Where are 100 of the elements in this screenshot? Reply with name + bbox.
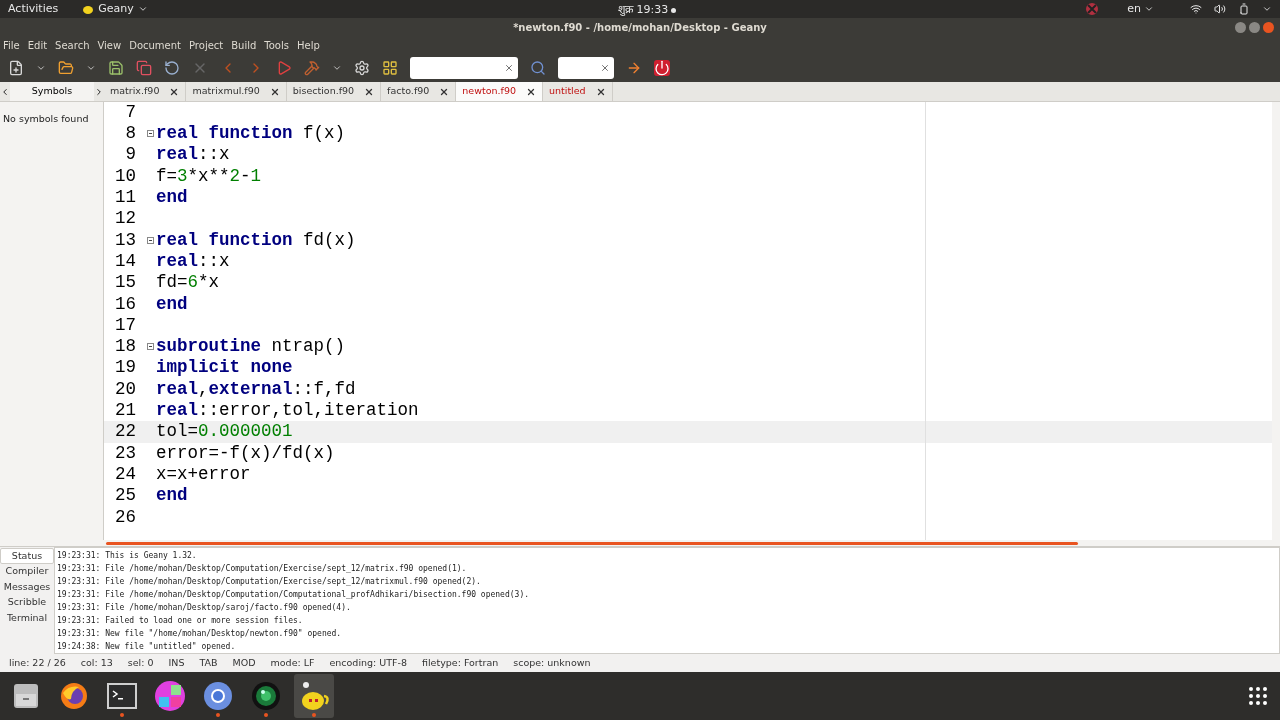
close-tab-icon[interactable] <box>364 86 375 97</box>
battery-icon[interactable] <box>1238 3 1250 15</box>
file-cabinet-icon[interactable] <box>12 682 40 710</box>
caret-icon[interactable] <box>1262 4 1272 14</box>
app-menu[interactable]: Geany <box>82 0 148 18</box>
quadrant-icon[interactable] <box>154 680 186 712</box>
symbols-tab[interactable]: Symbols <box>10 82 94 101</box>
fold-marker-icon[interactable] <box>147 236 154 244</box>
panel-tab[interactable]: Compiler <box>0 563 54 579</box>
log-line: 19:23:31: File /home/mohan/Desktop/Computation/Exercise/sept_12/matrix.f90 opened(1). <box>57 562 468 575</box>
code-line: fd=6*x <box>156 274 220 292</box>
line-number: 13 <box>114 231 136 250</box>
caret-icon[interactable] <box>36 63 46 73</box>
browser-circle-icon[interactable] <box>203 681 233 711</box>
running-indicator <box>264 713 268 717</box>
status-item: INS <box>168 655 185 670</box>
line-number: 23 <box>114 444 136 463</box>
panel-tab[interactable]: Messages <box>0 579 54 595</box>
minimize-button[interactable] <box>1235 22 1246 33</box>
line-number: 26 <box>114 508 136 527</box>
caret-icon[interactable] <box>86 63 96 73</box>
jump-icon[interactable] <box>626 60 642 76</box>
line-number: 14 <box>114 252 136 271</box>
panel-tab[interactable]: Status <box>0 548 54 564</box>
caret-icon <box>137 4 148 14</box>
search-field[interactable] <box>410 57 518 79</box>
volume-icon[interactable] <box>1214 3 1226 15</box>
search-icon[interactable] <box>530 60 546 76</box>
build-icon[interactable] <box>304 60 320 76</box>
file-tab[interactable]: matrix.f90 <box>104 82 187 101</box>
crossed-circle-icon[interactable] <box>1085 2 1100 16</box>
line-number: 11 <box>114 189 136 207</box>
code-line: end <box>156 487 188 505</box>
caret-icon[interactable] <box>332 63 342 73</box>
code-line: error=-f(x)/fd(x) <box>156 444 335 463</box>
code-line: real::x <box>156 146 230 164</box>
terminal-icon[interactable] <box>107 683 137 709</box>
log-line: 19:23:31: This is Geany 1.32. <box>57 549 198 562</box>
running-indicator <box>216 713 220 717</box>
close-button[interactable] <box>1263 22 1274 33</box>
menu-item[interactable]: Project <box>189 37 224 53</box>
line-number: 17 <box>114 316 136 335</box>
menu-item[interactable]: Tools <box>264 37 289 53</box>
code-line: real::x <box>156 252 230 271</box>
clear-icon[interactable] <box>504 63 514 73</box>
menu-item[interactable]: View <box>97 37 122 53</box>
notification-dot-icon <box>671 7 677 13</box>
save-icon[interactable] <box>108 60 124 76</box>
settings-icon[interactable] <box>354 60 370 76</box>
scroll-right-icon[interactable] <box>94 86 104 97</box>
scroll-left-icon[interactable] <box>0 86 10 97</box>
fold-marker-icon[interactable] <box>147 343 154 351</box>
maximize-button[interactable] <box>1249 22 1260 33</box>
line-number: 8 <box>124 125 136 143</box>
wifi-icon[interactable] <box>1190 3 1202 15</box>
horizontal-scrollbar[interactable] <box>106 541 1078 545</box>
code-line: f=3*x**2-1 <box>156 167 262 186</box>
line-number: 22 <box>114 423 136 441</box>
log-line: 19:23:31: File /home/mohan/Desktop/Computation/Computational_profAdhikari/bisection.f90 opened(3). <box>57 588 530 601</box>
open-folder-icon[interactable] <box>58 60 74 76</box>
activities-button[interactable]: Activities <box>8 0 59 18</box>
close-tab-icon[interactable] <box>595 86 606 97</box>
file-tab[interactable]: newton.f90 <box>456 82 543 101</box>
file-tab[interactable]: untitled <box>543 82 613 101</box>
save-all-icon[interactable] <box>136 60 152 76</box>
menu-item[interactable]: Build <box>231 37 257 53</box>
new-file-icon[interactable] <box>8 60 24 76</box>
panel-tab[interactable]: Scribble <box>0 594 54 610</box>
fox-globe-icon[interactable] <box>59 681 89 711</box>
compile-icon[interactable] <box>276 60 292 76</box>
file-tab[interactable]: bisection.f90 <box>286 82 382 101</box>
panel-tab[interactable]: Terminal <box>0 610 54 626</box>
menu-item[interactable]: Search <box>55 37 90 53</box>
color-grid-icon[interactable] <box>382 60 398 76</box>
code-line: tol=0.0000001 <box>156 423 293 441</box>
menu-item[interactable]: Document <box>129 37 181 53</box>
running-indicator <box>312 713 316 717</box>
language-menu[interactable]: en <box>1127 0 1154 18</box>
close-tab-icon[interactable] <box>526 86 536 97</box>
fold-marker-icon[interactable] <box>147 130 154 138</box>
status-item: encoding: UTF-8 <box>329 655 407 670</box>
log-line: 19:23:31: File /home/mohan/Desktop/saroj/facto.f90 opened(4). <box>57 601 352 614</box>
line-number: 21 <box>114 402 136 420</box>
line-number-field[interactable] <box>558 57 614 79</box>
close-tab-icon[interactable] <box>269 86 280 97</box>
quit-icon[interactable] <box>654 60 670 76</box>
status-item: scope: unknown <box>513 655 591 670</box>
status-item: mode: LF <box>270 655 315 670</box>
line-number: 9 <box>124 146 136 164</box>
camera-lens-icon[interactable] <box>251 681 281 711</box>
app-grid-icon[interactable] <box>1248 686 1268 706</box>
close-tab-icon[interactable] <box>439 86 450 97</box>
close-tab-icon[interactable] <box>169 86 180 97</box>
menu-item[interactable]: Edit <box>27 37 48 53</box>
menu-item[interactable]: Help <box>297 37 320 53</box>
menu-item[interactable]: File <box>3 37 20 53</box>
clock[interactable]: शुक्र 19:33 <box>618 2 669 19</box>
reload-icon[interactable] <box>164 60 180 76</box>
clear-icon[interactable] <box>600 63 610 73</box>
file-tab[interactable]: matrixmul.f90 <box>186 82 287 101</box>
